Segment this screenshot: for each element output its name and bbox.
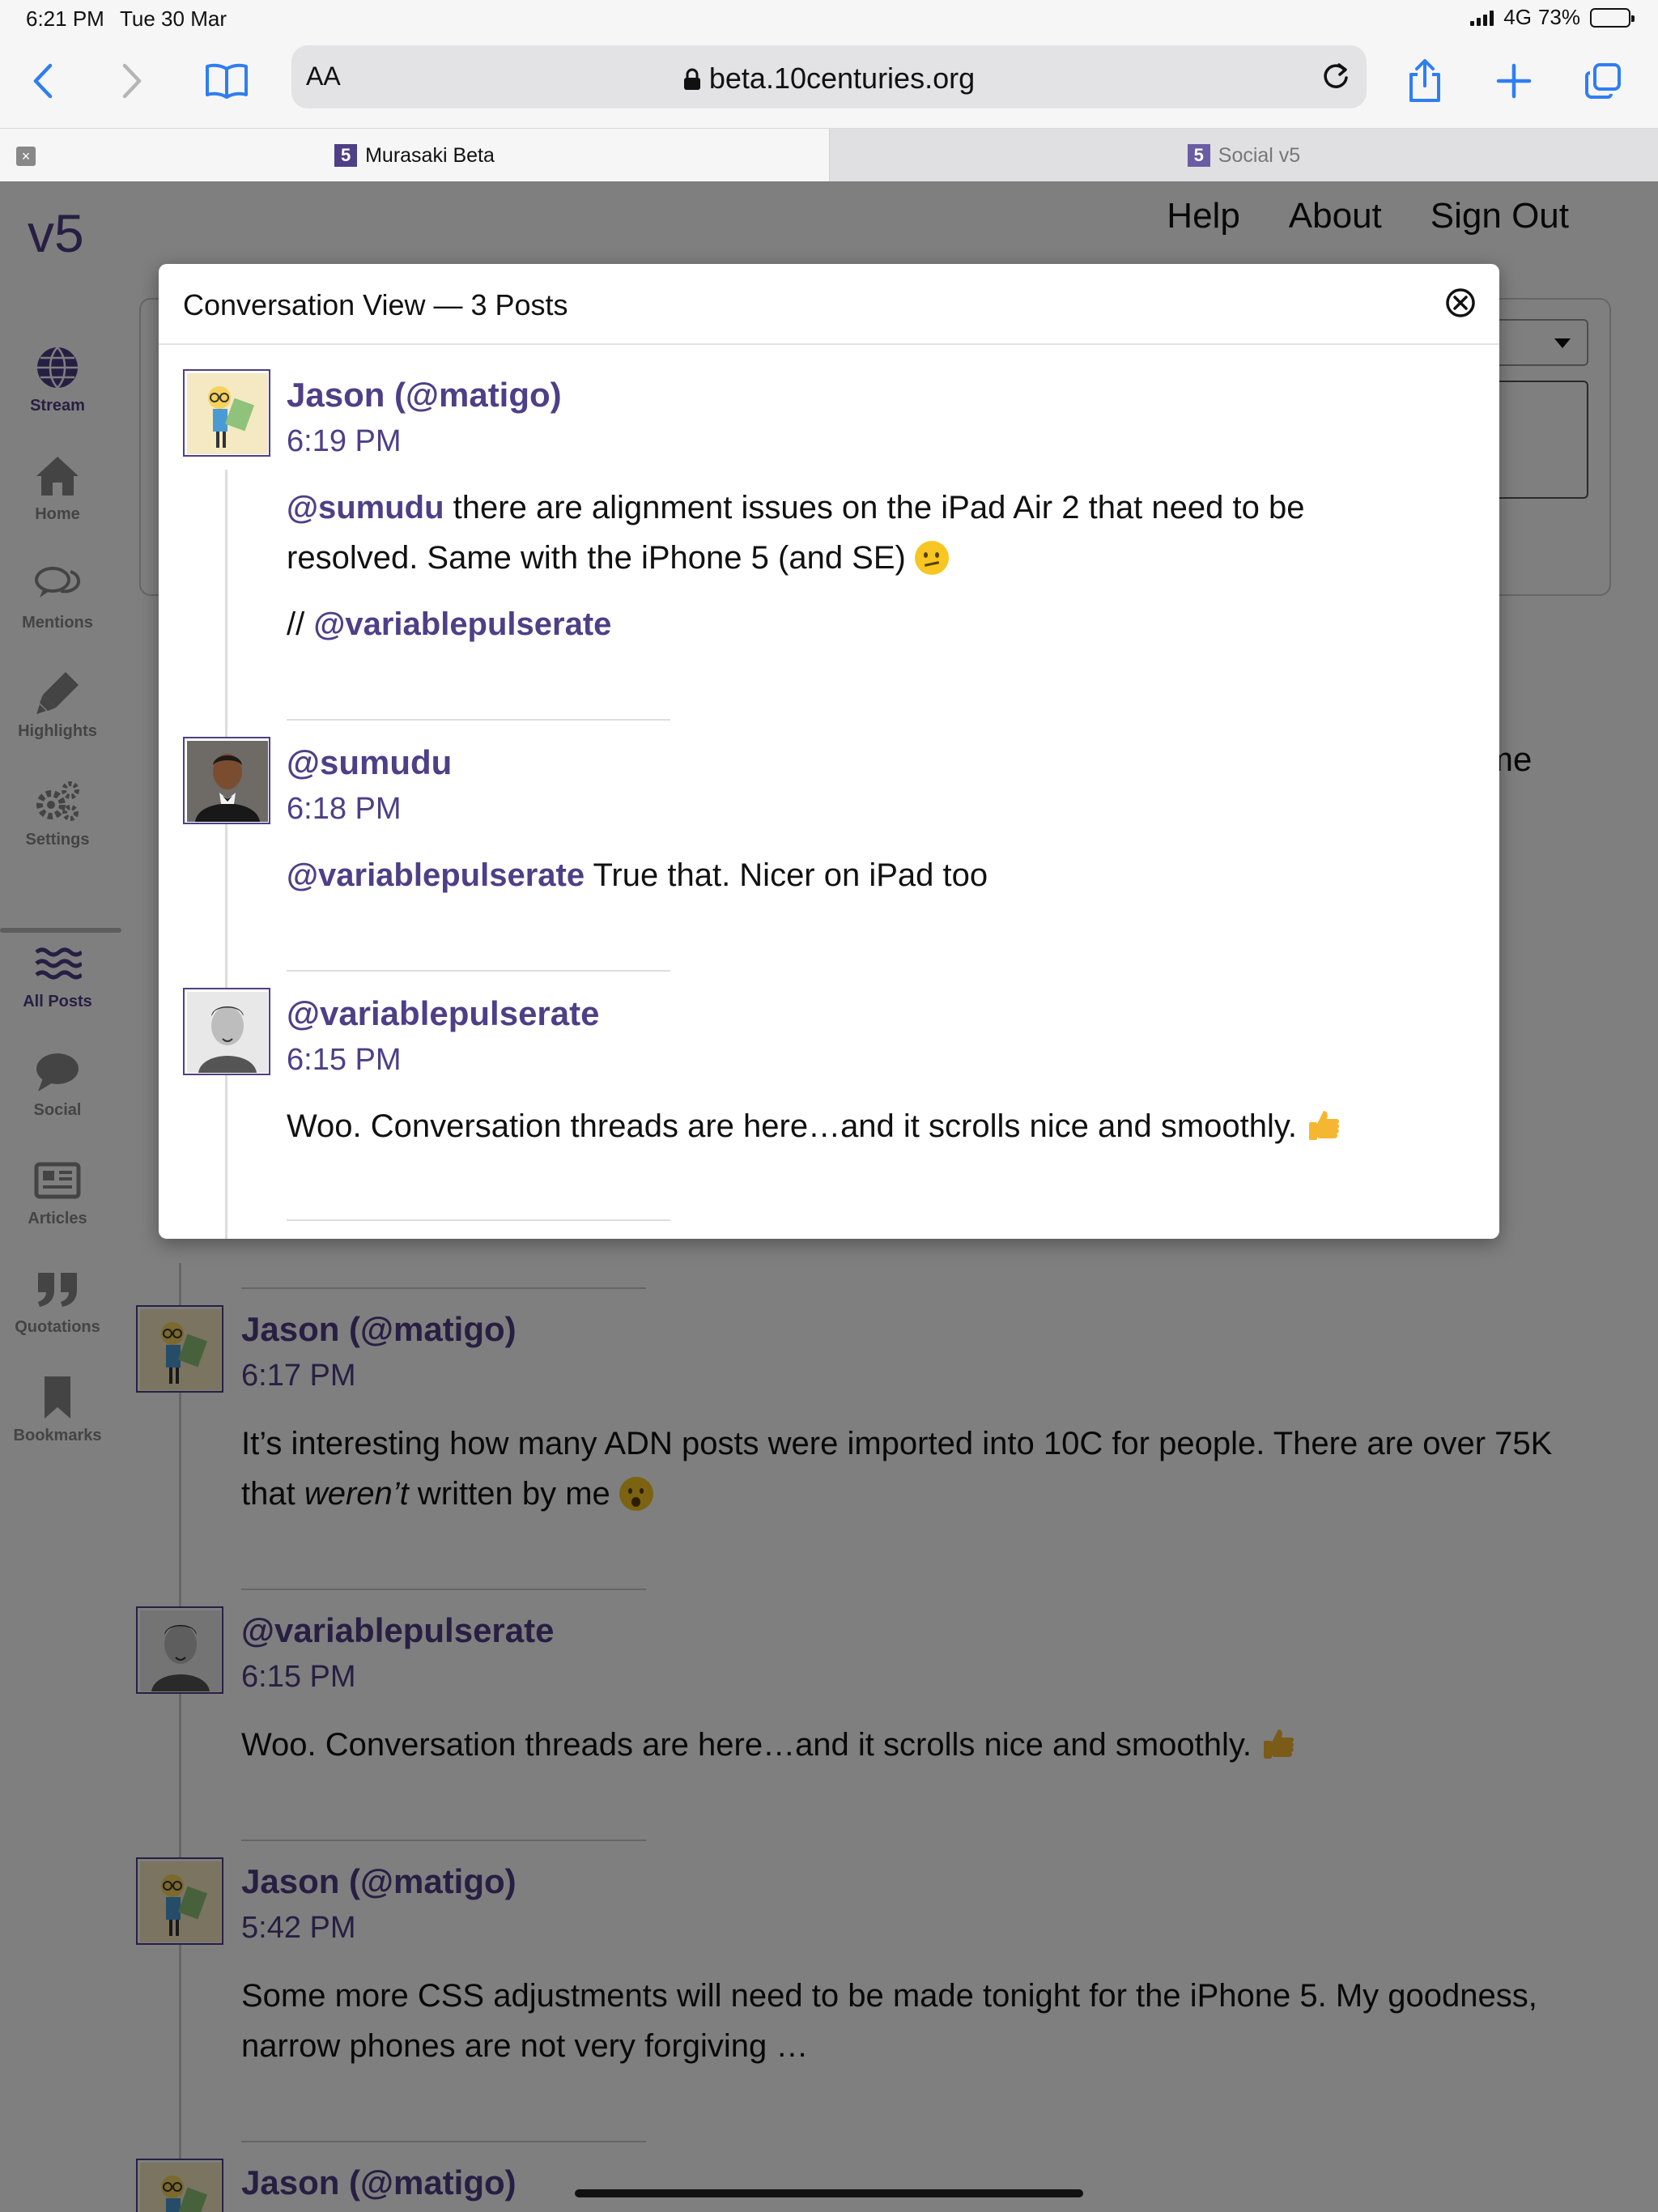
bookmarks-button[interactable]: [201, 55, 253, 107]
signal-icon: [1470, 10, 1494, 26]
avatar[interactable]: [183, 737, 270, 824]
home-indicator[interactable]: [575, 2189, 1083, 2197]
plus-icon: [1496, 63, 1532, 99]
post-body: Woo. Conversation threads are here…and i…: [287, 1101, 1436, 1168]
browser-toolbar: AA beta.10centuries.org: [0, 37, 1658, 128]
chevron-right-icon: [122, 63, 142, 99]
close-tab-icon[interactable]: ×: [16, 147, 36, 166]
tab-murasaki-beta[interactable]: 5 Murasaki Beta: [0, 129, 829, 182]
new-tab-button[interactable]: [1488, 55, 1540, 107]
tabs-icon: [1585, 63, 1621, 99]
tab-overview-button[interactable]: [1577, 55, 1629, 107]
post-text: //: [287, 606, 314, 642]
chevron-left-icon: [33, 63, 53, 99]
post-text: Woo. Conversation threads are here…and i…: [287, 1108, 1307, 1144]
post-text: True that. Nicer on iPad too: [585, 857, 988, 893]
back-button[interactable]: [18, 55, 70, 107]
post-time[interactable]: 6:19 PM: [287, 424, 402, 459]
confused-emoji-icon: [914, 541, 949, 575]
status-indicators: 4G 73%: [1470, 5, 1635, 30]
battery-icon: [1590, 7, 1635, 28]
thread-line: [225, 470, 227, 1239]
modal-header: Conversation View — 3 Posts: [159, 264, 1499, 345]
book-icon: [206, 63, 248, 99]
status-time: 6:21 PM: [26, 6, 104, 31]
avatar[interactable]: [183, 988, 270, 1075]
tab-bar: 5 Murasaki Beta 5 Social v5 ×: [0, 128, 1658, 182]
post-body: @variablepulserate True that. Nicer on i…: [287, 850, 1436, 917]
share-button[interactable]: [1399, 55, 1451, 107]
post-time[interactable]: 6:18 PM: [287, 792, 402, 827]
tab-label: Murasaki Beta: [365, 143, 495, 167]
favicon: 5: [334, 144, 358, 167]
favicon: 5: [1187, 144, 1210, 167]
status-bar: 6:21 PM Tue 30 Mar 4G 73%: [0, 0, 1658, 37]
avatar[interactable]: [183, 369, 270, 457]
conversation-modal: Conversation View — 3 Posts Jason (@mati…: [159, 264, 1499, 1239]
forward-button[interactable]: [105, 55, 157, 107]
lock-icon: [683, 68, 700, 90]
url-text: beta.10centuries.org: [708, 62, 976, 95]
post-divider: [287, 1219, 670, 1221]
post-body: @sumudu there are alignment issues on th…: [287, 483, 1436, 666]
mention-link[interactable]: @sumudu: [287, 490, 444, 525]
network-type: 4G: [1503, 5, 1532, 29]
post-divider: [287, 970, 670, 972]
post-author[interactable]: @variablepulserate: [287, 994, 599, 1033]
reload-icon[interactable]: [1318, 58, 1354, 94]
tab-label: Social v5: [1218, 143, 1301, 167]
battery-percent: 73%: [1537, 5, 1580, 29]
share-icon: [1409, 59, 1440, 102]
status-date: Tue 30 Mar: [120, 6, 227, 31]
close-circle-icon[interactable]: [1444, 287, 1477, 319]
address-bar[interactable]: AA beta.10centuries.org: [291, 45, 1367, 108]
post-divider: [287, 719, 670, 721]
post-author[interactable]: @sumudu: [287, 743, 452, 782]
mention-link[interactable]: @variablepulserate: [287, 857, 585, 893]
address-host: beta.10centuries.org: [291, 62, 1367, 96]
mention-link[interactable]: @variablepulserate: [313, 606, 611, 642]
post-time[interactable]: 6:15 PM: [287, 1043, 402, 1078]
tab-social-v5[interactable]: 5 Social v5: [829, 129, 1658, 182]
post-author[interactable]: Jason (@matigo): [287, 376, 562, 415]
thumbs-up-emoji-icon: [1309, 1111, 1340, 1140]
modal-title: Conversation View — 3 Posts: [183, 288, 568, 321]
